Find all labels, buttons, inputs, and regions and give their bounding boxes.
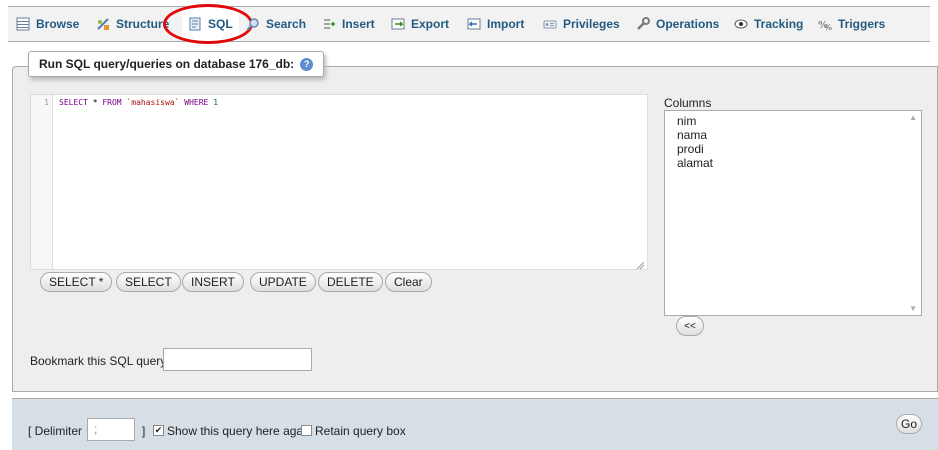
tab-triggers[interactable]: %% Triggers	[818, 7, 885, 41]
column-option[interactable]: nama	[677, 128, 921, 142]
tab-bar: Browse Structure SQL Search Insert Expor…	[8, 4, 930, 44]
tab-label: Browse	[36, 17, 80, 31]
structure-icon	[96, 17, 110, 31]
sql-table-name: `mahasiswa`	[126, 98, 180, 107]
legend-text: Run SQL query/queries on database 176_db…	[39, 57, 295, 71]
sql-number: 1	[213, 98, 219, 107]
sql-keyword: FROM	[102, 98, 122, 107]
delimiter-input[interactable]: ;	[87, 418, 135, 441]
go-button[interactable]: Go	[896, 414, 922, 434]
bookmark-input[interactable]	[163, 348, 312, 371]
sql-query-text[interactable]: SELECT * FROM `mahasiswa` WHERE 1	[59, 98, 218, 107]
bookmark-label: Bookmark this SQL query:	[30, 354, 170, 368]
help-icon[interactable]: ?	[300, 57, 314, 71]
insert-button[interactable]: INSERT	[182, 272, 244, 292]
import-icon	[467, 17, 481, 31]
delimiter-close-bracket: ]	[142, 424, 146, 438]
column-option[interactable]: alamat	[677, 156, 921, 170]
resize-grip-icon[interactable]	[636, 258, 645, 270]
columns-label: Columns	[664, 96, 712, 110]
insert-column-button[interactable]: <<	[676, 316, 704, 336]
scroll-up-arrow-icon[interactable]: ▲	[909, 113, 917, 122]
triggers-icon: %%	[818, 17, 832, 32]
privileges-icon	[543, 17, 557, 31]
search-icon	[246, 17, 260, 31]
retain-query-box-checkbox[interactable]	[301, 425, 312, 436]
tab-label: Structure	[116, 17, 170, 31]
insert-icon	[322, 17, 336, 31]
tracking-icon	[734, 17, 748, 31]
show-query-again-label: Show this query here again	[167, 424, 313, 438]
tab-insert[interactable]: Insert	[322, 7, 375, 41]
tab-structure[interactable]: Structure	[96, 7, 169, 41]
query-box-legend: Run SQL query/queries on database 176_db…	[28, 51, 325, 77]
tab-operations[interactable]: Operations	[636, 7, 719, 41]
retain-query-box-label: Retain query box	[315, 424, 406, 438]
tab-label: Privileges	[563, 17, 620, 31]
tab-label: Triggers	[838, 17, 886, 31]
sql-keyword: WHERE	[184, 98, 209, 107]
tab-label: Tracking	[754, 17, 804, 31]
delimiter-label: [ Delimiter	[28, 424, 83, 438]
operations-icon	[636, 17, 650, 31]
tab-export[interactable]: Export	[391, 7, 449, 41]
tab-label: Insert	[342, 17, 375, 31]
browse-icon	[16, 17, 30, 31]
export-icon	[391, 17, 405, 31]
columns-listbox[interactable]: nim nama prodi alamat ▲ ▼	[664, 110, 922, 316]
tab-label: Import	[487, 17, 525, 31]
select-button[interactable]: SELECT	[116, 272, 181, 292]
sql-text: *	[87, 98, 103, 107]
clear-button[interactable]: Clear	[385, 272, 432, 292]
tab-browse[interactable]: Browse	[16, 7, 79, 41]
tab-label: Operations	[656, 17, 720, 31]
show-query-again-checkbox[interactable]: ✔	[153, 425, 164, 436]
tab-privileges[interactable]: Privileges	[543, 7, 620, 41]
tab-search[interactable]: Search	[246, 7, 306, 41]
column-option[interactable]: prodi	[677, 142, 921, 156]
column-option[interactable]: nim	[677, 114, 921, 128]
svg-text:%: %	[824, 23, 832, 31]
tab-label: Export	[411, 17, 450, 31]
sql-editor[interactable]: 1 SELECT * FROM `mahasiswa` WHERE 1	[30, 94, 648, 270]
tab-import[interactable]: Import	[467, 7, 524, 41]
sql-keyword: SELECT	[59, 98, 88, 107]
select-all-button[interactable]: SELECT *	[40, 272, 113, 292]
tab-label: Search	[266, 17, 307, 31]
delete-button[interactable]: DELETE	[318, 272, 383, 292]
tab-tracking[interactable]: Tracking	[734, 7, 803, 41]
update-button[interactable]: UPDATE	[250, 272, 316, 292]
sql-tab-highlight-circle	[163, 4, 253, 44]
line-number-gutter: 1	[31, 95, 53, 269]
line-number: 1	[44, 98, 49, 107]
scroll-down-arrow-icon[interactable]: ▼	[909, 304, 917, 313]
query-footer	[12, 398, 938, 450]
